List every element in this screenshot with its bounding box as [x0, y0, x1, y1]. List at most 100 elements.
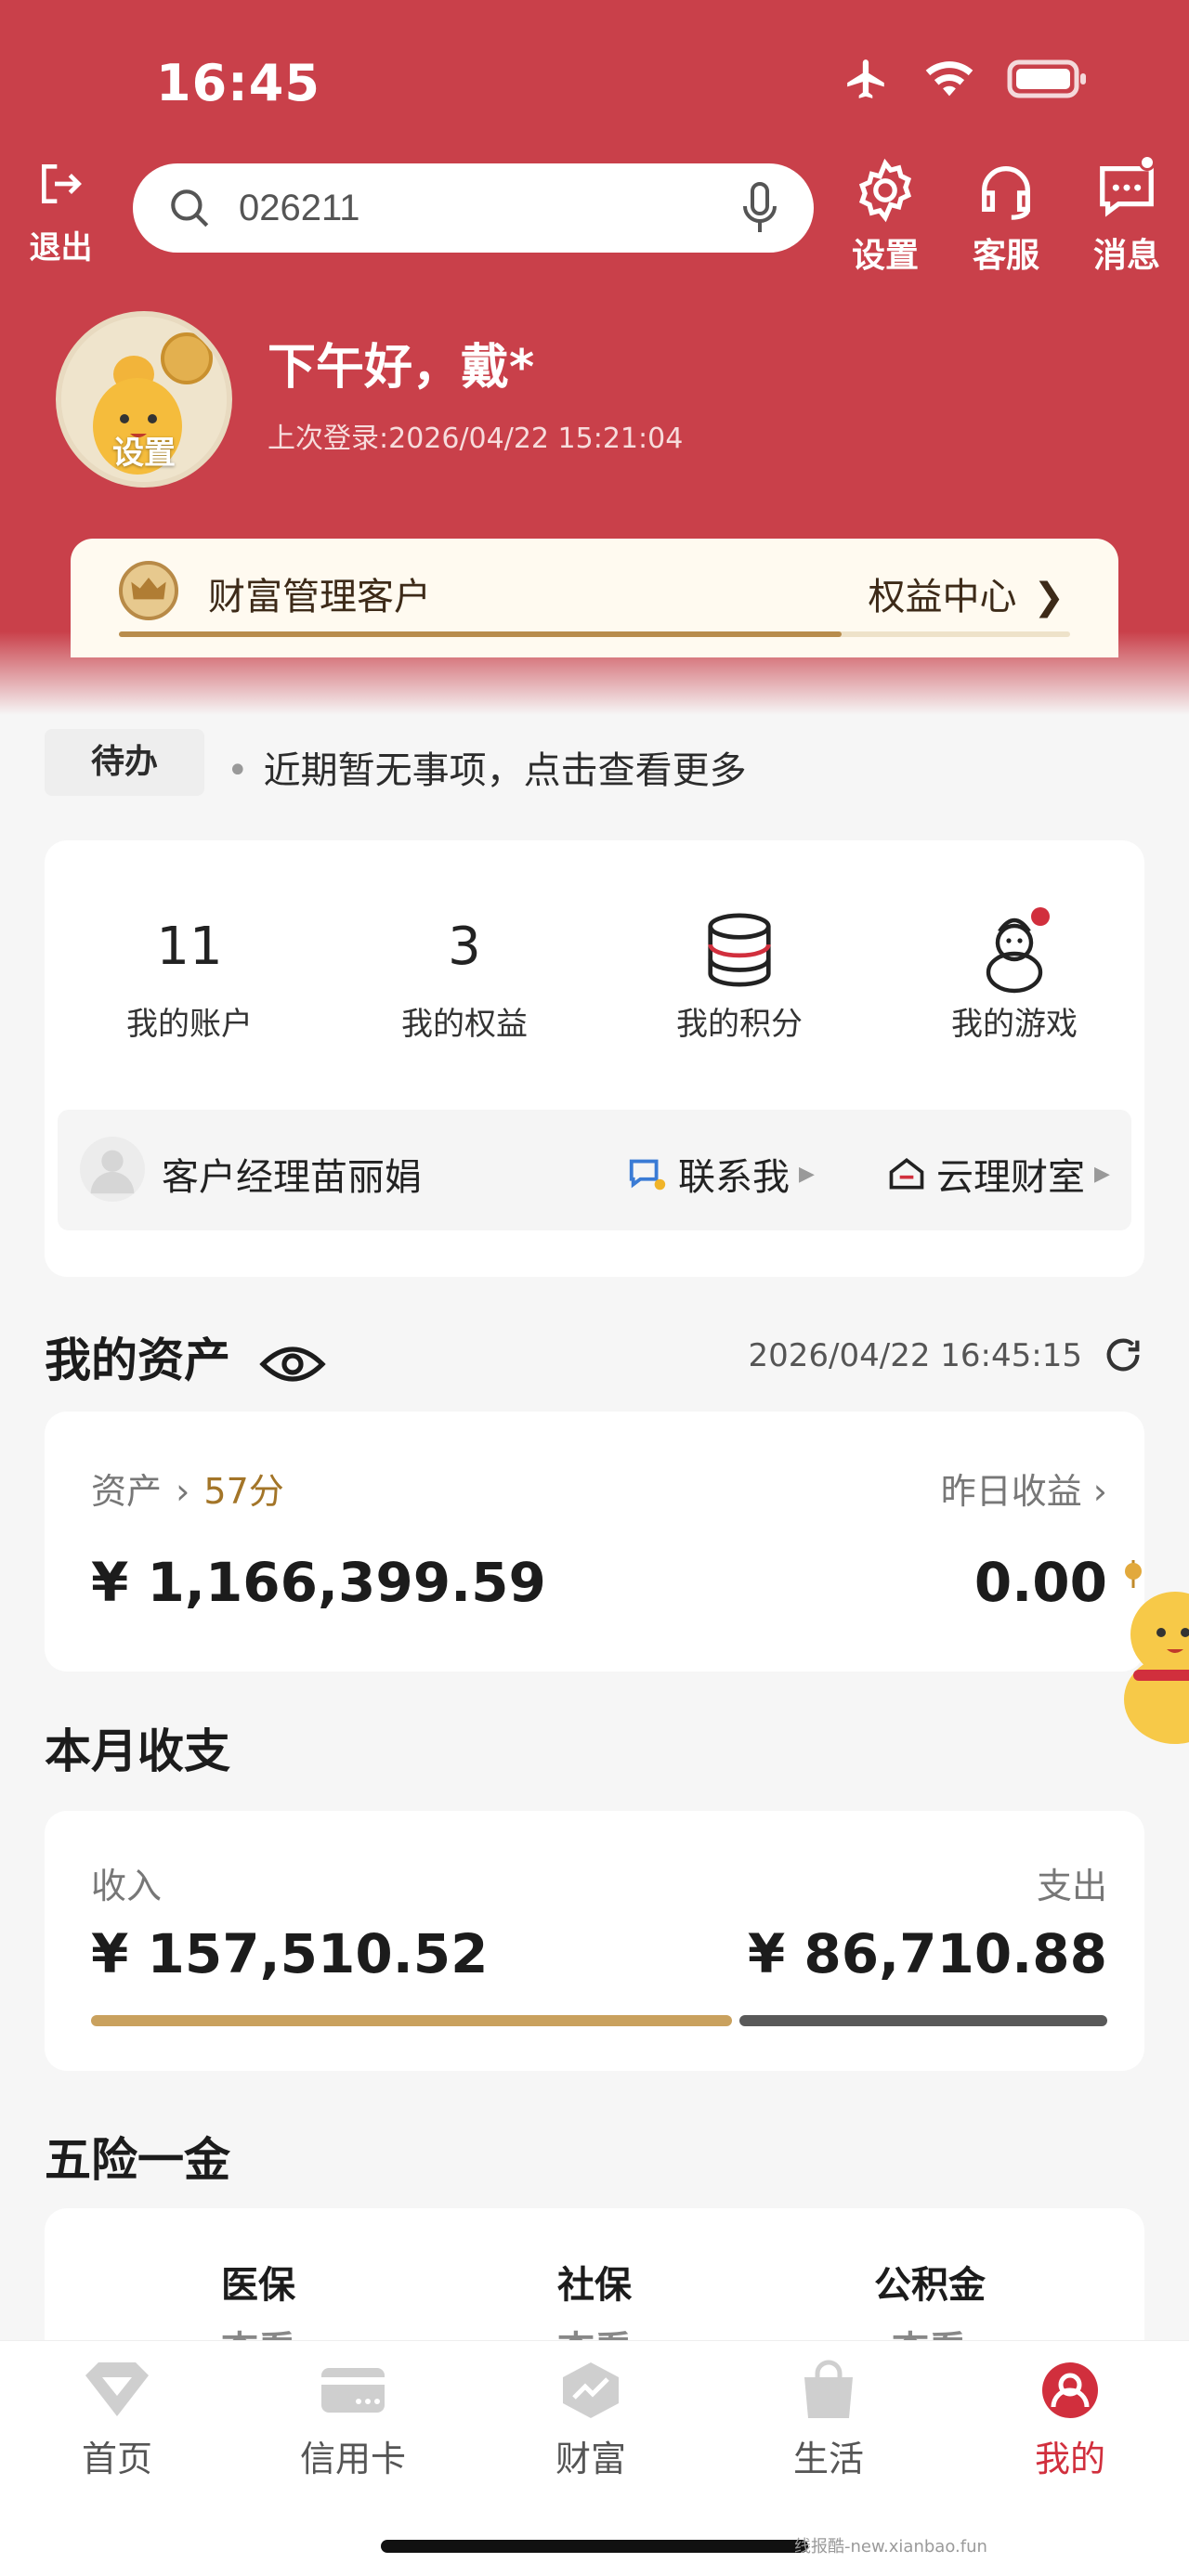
chat-bubble-icon: [629, 1159, 666, 1190]
contact-me-label: 联系我: [678, 1156, 790, 1199]
rights-center-link[interactable]: 权益中心 ❯: [868, 566, 1065, 620]
manager-name: 客户经理苗丽娟: [162, 1156, 422, 1199]
last-login: 上次登录:2026/04/22 15:21:04: [268, 423, 684, 455]
status-icons: [842, 56, 1087, 102]
profile-icon: [1042, 2362, 1098, 2418]
housing-fund[interactable]: 公积金: [874, 2255, 986, 2309]
tab-home-label: 首页: [81, 2439, 152, 2479]
income-label: 收入: [91, 1866, 163, 1906]
search-bar[interactable]: [133, 163, 814, 253]
rights-label: 我的权益: [401, 1006, 528, 1043]
logout-label: 退出: [29, 229, 93, 267]
tab-wealth-label: 财富: [555, 2439, 626, 2479]
mascot-icon: [1124, 1560, 1189, 1744]
my-accounts[interactable]: 11 我的账户: [78, 905, 301, 1044]
profile-section: 设置 下午好，戴* 上次登录:2026/04/22 15:21:04: [56, 311, 1078, 497]
airplane-icon: [842, 56, 892, 102]
todo-text: • 近期暂无事项，点击查看更多: [227, 740, 747, 794]
crown-icon: [119, 561, 178, 620]
chevron-right-icon: ›: [176, 1471, 190, 1512]
wifi-icon: [923, 58, 975, 100]
battery-icon: [1007, 59, 1087, 99]
rights-center-label: 权益中心: [868, 576, 1017, 618]
refresh-icon[interactable]: [1102, 1334, 1144, 1376]
wealth-tier-card[interactable]: 财富管理客户 权益中心 ❯: [71, 539, 1118, 657]
expense-label: 支出: [1036, 1866, 1107, 1906]
headset-icon: [982, 166, 1030, 220]
quick-actions-card: 11 我的账户 3 我的权益 我的积分 我的游戏 客户经理苗丽娟 联系我 ▶ 云…: [45, 840, 1144, 1277]
greeting: 下午好，戴*: [268, 340, 535, 396]
income-bar: [91, 2015, 732, 2026]
search-input[interactable]: [239, 187, 722, 229]
settings-label: 设置: [851, 237, 919, 275]
assets-label: 资产: [91, 1471, 163, 1512]
messages-label: 消息: [1092, 237, 1160, 275]
games-label: 我的游戏: [951, 1006, 1078, 1043]
monthly-title: 本月收支: [45, 1724, 230, 1778]
assets-label-row[interactable]: 资产 › 57分: [91, 1463, 284, 1514]
tab-life[interactable]: 生活: [754, 2360, 903, 2481]
customer-service-button[interactable]: 客服: [964, 158, 1048, 277]
credit-card-icon: [321, 2368, 385, 2413]
eye-icon[interactable]: [259, 1342, 327, 1386]
user-icon: [90, 1150, 135, 1194]
cloud-wealth-room-label: 云理财室: [936, 1156, 1085, 1199]
expense-bar: [739, 2015, 1107, 2026]
expense-value: ¥ 86,710.88: [747, 1922, 1107, 1985]
avatar[interactable]: 设置: [56, 311, 232, 488]
medical-insurance[interactable]: 医保: [221, 2255, 295, 2309]
todo-row[interactable]: 待办 • 近期暂无事项，点击查看更多: [45, 729, 1141, 803]
my-rights[interactable]: 3 我的权益: [353, 905, 576, 1044]
income-value: ¥ 157,510.52: [91, 1922, 489, 1985]
contact-me-button[interactable]: 联系我 ▶: [626, 1147, 815, 1201]
yesterday-earnings-label: 昨日收益: [940, 1471, 1082, 1512]
games-icon-wrap: [903, 905, 1126, 994]
tab-home[interactable]: 首页: [43, 2360, 191, 2481]
cloud-wealth-room-button[interactable]: 云理财室 ▶: [886, 1147, 1110, 1201]
my-games[interactable]: 我的游戏: [903, 905, 1126, 1044]
microphone-icon[interactable]: [739, 182, 780, 234]
floating-mascot[interactable]: [1105, 1560, 1189, 1764]
assets-card[interactable]: 资产 › 57分 昨日收益 › ¥ 1,166,399.59 0.00: [45, 1412, 1144, 1672]
customer-service-label: 客服: [972, 237, 1039, 275]
shopping-bag-icon: [804, 2360, 853, 2418]
tab-credit-card[interactable]: 信用卡: [279, 2360, 427, 2481]
social-insurance[interactable]: 社保: [557, 2255, 632, 2309]
status-bar: 16:45: [0, 37, 1189, 125]
diamond-icon: [85, 2362, 149, 2416]
bullet-icon: •: [227, 749, 249, 792]
tier-progress-track: [119, 631, 1070, 637]
assets-timestamp: 2026/04/22 16:45:15: [748, 1337, 1082, 1374]
search-icon: [171, 189, 209, 228]
yesterday-earnings-value: 0.00: [973, 1551, 1107, 1614]
monthly-card[interactable]: 收入 支出 ¥ 157,510.52 ¥ 86,710.88: [45, 1811, 1144, 2071]
page: 16:45 退出 设置 客服: [0, 0, 1189, 2576]
tier-progress-fill: [119, 631, 843, 637]
points-label: 我的积分: [676, 1006, 803, 1043]
accounts-label: 我的账户: [126, 1006, 253, 1043]
settings-button[interactable]: 设置: [843, 158, 927, 277]
logout-button[interactable]: 退出: [26, 158, 96, 267]
top-bar: 退出 设置 客服 消息: [0, 154, 1189, 279]
avatar-settings-label: 设置: [112, 435, 176, 472]
coins-icon: [708, 913, 771, 987]
watermark: 线报酷-new.xianbao.fun: [794, 2537, 987, 2556]
points-icon-wrap: [628, 905, 851, 989]
wealth-icon: [563, 2362, 619, 2418]
triangle-right-icon: ▶: [799, 1162, 815, 1186]
snowman-icon: [986, 907, 1050, 994]
gear-icon: [858, 158, 912, 223]
triangle-right-icon: ▶: [1094, 1162, 1110, 1186]
asset-score: 57分: [203, 1471, 284, 1512]
rights-count: 3: [448, 917, 481, 977]
tab-mine-label: 我的: [1034, 2439, 1105, 2479]
yesterday-earnings-link[interactable]: 昨日收益 ›: [941, 1463, 1107, 1514]
messages-button[interactable]: 消息: [1085, 154, 1169, 277]
tab-mine[interactable]: 我的: [996, 2360, 1144, 2481]
unread-dot: [1139, 154, 1156, 171]
status-time: 16:45: [156, 54, 320, 112]
my-points[interactable]: 我的积分: [628, 905, 851, 1044]
assets-section-title: 我的资产: [45, 1323, 327, 1390]
tab-wealth[interactable]: 财富: [516, 2360, 665, 2481]
home-indicator[interactable]: [381, 2540, 808, 2553]
